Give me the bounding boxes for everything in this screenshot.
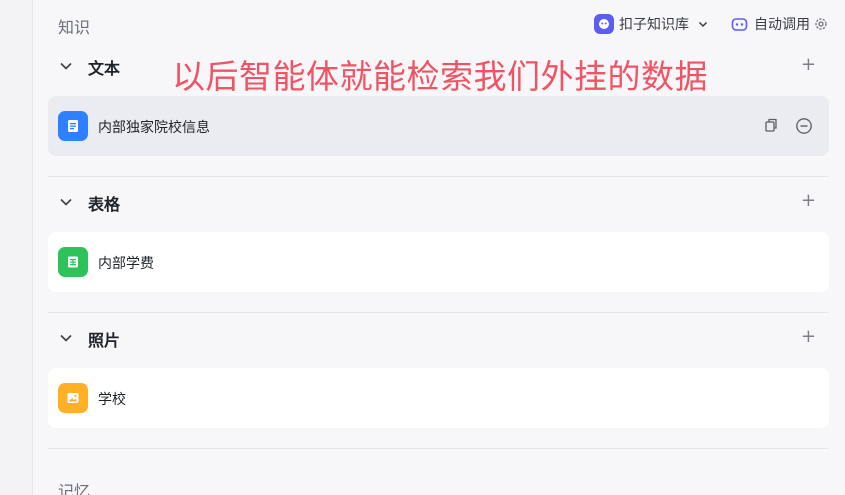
knowledge-panel: 知识 扣子知识库 自动调用 以后智能体就能检索我们外挂的数据 文本 + 内部独家…	[34, 0, 845, 495]
section-header-photo: 照片 +	[58, 326, 828, 350]
chevron-down-icon[interactable]	[58, 194, 74, 214]
chevron-down-icon	[697, 18, 709, 30]
item-label: 内部学费	[98, 256, 154, 272]
divider	[48, 448, 829, 449]
table-icon	[58, 247, 88, 277]
list-item[interactable]: 内部学费	[48, 232, 829, 292]
divider	[48, 176, 829, 177]
list-item[interactable]: 内部独家院校信息	[48, 96, 829, 156]
section-label: 照片	[88, 331, 121, 350]
memory-section-title: 记忆	[58, 482, 91, 495]
bot-icon	[731, 17, 748, 32]
knowledge-base-selector[interactable]: 扣子知识库	[594, 14, 709, 34]
divider	[48, 312, 829, 313]
list-item[interactable]: 学校	[48, 368, 829, 428]
auto-call-toggle[interactable]: 自动调用	[731, 14, 828, 34]
section-label: 文本	[88, 59, 121, 78]
add-icon[interactable]: +	[801, 56, 816, 74]
chevron-down-icon[interactable]	[58, 58, 74, 78]
remove-icon[interactable]	[795, 117, 813, 139]
auto-call-label: 自动调用	[754, 17, 810, 33]
header-actions: 扣子知识库 自动调用	[594, 12, 828, 36]
copy-icon[interactable]	[763, 117, 779, 137]
add-icon[interactable]: +	[801, 328, 816, 346]
section-header-text: 文本 +	[58, 54, 828, 78]
coze-logo-icon	[594, 14, 614, 34]
chevron-down-icon[interactable]	[58, 330, 74, 350]
image-icon	[58, 383, 88, 413]
gear-icon[interactable]	[814, 17, 828, 31]
section-title: 知识	[58, 18, 91, 37]
item-label: 内部独家院校信息	[98, 120, 210, 136]
add-icon[interactable]: +	[801, 192, 816, 210]
section-label: 表格	[88, 195, 121, 214]
knowledge-base-label: 扣子知识库	[619, 17, 689, 33]
section-header-table: 表格 +	[58, 190, 828, 214]
document-icon	[58, 111, 88, 141]
knowledge-header: 知识 扣子知识库 自动调用	[58, 12, 828, 37]
item-label: 学校	[98, 392, 126, 408]
left-panel-edge	[0, 0, 33, 495]
